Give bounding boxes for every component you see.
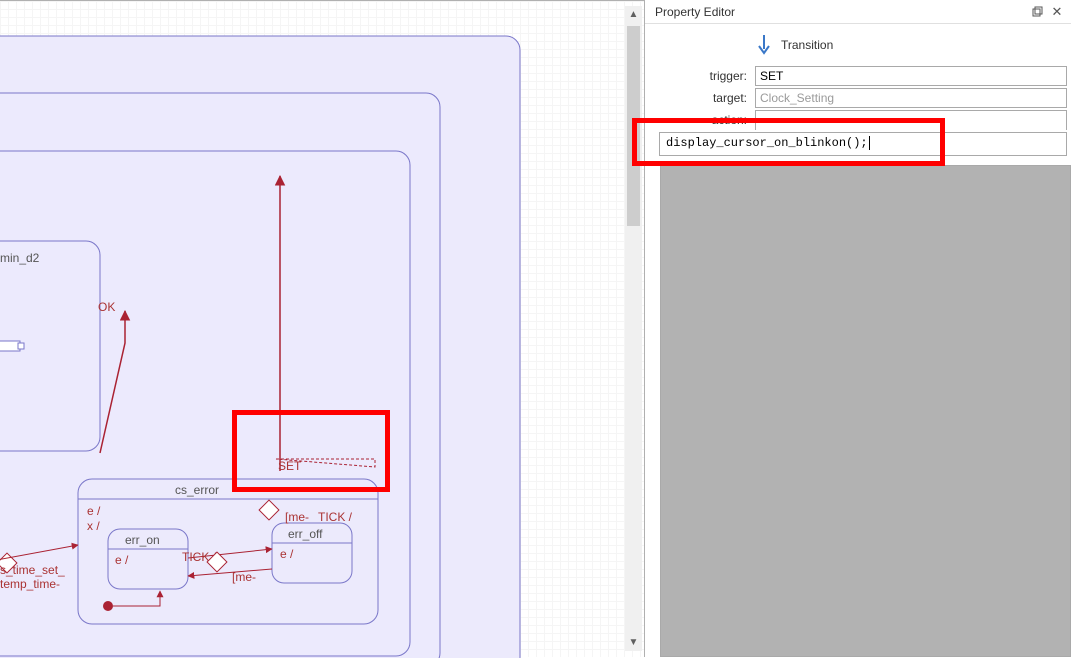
action-label: action: xyxy=(645,113,755,127)
region-label: min_d2 xyxy=(0,251,40,265)
element-type-label: Transition xyxy=(781,38,833,52)
scroll-thumb[interactable] xyxy=(627,26,640,226)
trigger-label: trigger: xyxy=(645,69,755,83)
svg-text:[me-: [me- xyxy=(232,570,256,584)
svg-text:err_on: err_on xyxy=(125,533,160,547)
scroll-up-icon[interactable]: ▲ xyxy=(625,6,642,23)
code-area-background xyxy=(660,165,1071,657)
target-input[interactable] xyxy=(755,88,1067,108)
ok-label: OK xyxy=(98,300,115,314)
restore-icon[interactable] xyxy=(1027,2,1047,22)
pane-title: Property Editor xyxy=(655,5,1027,19)
svg-text:e /: e / xyxy=(87,504,101,518)
canvas-scrollbar-vertical[interactable]: ▲ ▼ xyxy=(625,6,642,651)
target-label: target: xyxy=(645,91,755,105)
svg-text:[me-: [me- xyxy=(285,510,309,524)
action-code-input[interactable]: display_cursor_on_blinkon(); xyxy=(659,132,1067,156)
svg-text:e /: e / xyxy=(280,547,294,561)
statechart-canvas[interactable]: min_d2 OK SET cs_error e / x / err_on e … xyxy=(0,0,645,657)
set-label: SET xyxy=(278,459,302,473)
trigger-input[interactable] xyxy=(755,66,1067,86)
close-icon[interactable]: ✕ xyxy=(1047,2,1067,22)
action-code-text: display_cursor_on_blinkon(); xyxy=(666,136,868,150)
transition-icon xyxy=(755,34,773,56)
cs-error-label: cs_error xyxy=(175,483,219,497)
svg-text:TICK /: TICK / xyxy=(318,510,353,524)
svg-text:s_time_set_: s_time_set_ xyxy=(0,563,65,577)
pane-header: Property Editor ✕ xyxy=(645,0,1071,24)
svg-text:x /: x / xyxy=(87,519,100,533)
scroll-down-icon[interactable]: ▼ xyxy=(625,634,642,651)
svg-text:temp_time-: temp_time- xyxy=(0,577,60,591)
svg-text:e /: e / xyxy=(115,553,129,567)
svg-text:err_off: err_off xyxy=(288,527,323,541)
